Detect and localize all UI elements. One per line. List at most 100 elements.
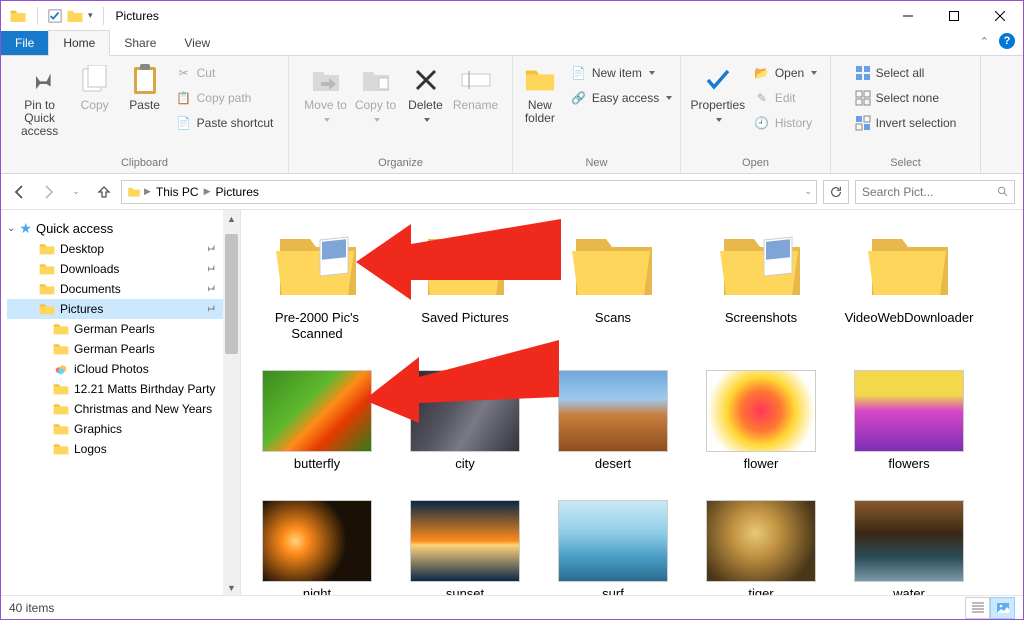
nav-up-button[interactable] xyxy=(93,181,115,203)
folder-icon xyxy=(53,422,69,436)
address-dropdown-icon[interactable]: ⌄ xyxy=(804,186,812,197)
sidebar-item[interactable]: Documents xyxy=(7,279,240,299)
sidebar-item[interactable]: Desktop xyxy=(7,239,240,259)
window-title: Pictures xyxy=(116,9,159,23)
image-item[interactable]: butterfly xyxy=(257,370,377,472)
scroll-thumb[interactable] xyxy=(225,234,238,354)
easy-access-button[interactable]: 🔗Easy access xyxy=(569,87,674,109)
folder-item[interactable]: Screenshots xyxy=(701,224,821,342)
folder-item[interactable]: VideoWebDownloader xyxy=(849,224,969,342)
history-button[interactable]: 🕘History xyxy=(752,112,819,134)
paste-button[interactable]: Paste xyxy=(120,60,170,116)
nav-recent-button[interactable]: ⌄ xyxy=(65,181,87,203)
copy-button[interactable]: Copy xyxy=(70,60,120,116)
folder-item[interactable]: Scans xyxy=(553,224,673,342)
sidebar-item[interactable]: Logos xyxy=(7,439,240,459)
annotation-arrow xyxy=(364,335,564,425)
sidebar-item[interactable]: 12.21 Matts Birthday Party xyxy=(7,379,240,399)
image-thumbnail xyxy=(262,370,372,452)
sidebar-item[interactable]: German Pearls xyxy=(7,339,240,359)
image-item[interactable]: sunset xyxy=(405,500,525,596)
minimize-button[interactable] xyxy=(885,1,931,30)
tab-file[interactable]: File xyxy=(1,31,48,55)
nav-back-button[interactable] xyxy=(9,181,31,203)
search-input[interactable] xyxy=(862,185,991,199)
pin-quick-access-button[interactable]: Pin to Quick access xyxy=(10,60,70,142)
copy-to-button[interactable]: Copy to xyxy=(351,60,401,129)
new-item-button[interactable]: 📄New item xyxy=(569,62,674,84)
view-thumbnails-button[interactable] xyxy=(990,597,1015,619)
view-details-button[interactable] xyxy=(965,597,990,619)
sidebar-item-label: Graphics xyxy=(74,422,122,436)
select-none-button[interactable]: Select none xyxy=(853,87,959,109)
tab-view[interactable]: View xyxy=(170,31,224,55)
nav-forward-button[interactable] xyxy=(37,181,59,203)
qat-dropdown-icon[interactable]: ▾ xyxy=(88,10,93,21)
paste-shortcut-button[interactable]: 📄Paste shortcut xyxy=(174,112,276,134)
image-item[interactable]: desert xyxy=(553,370,673,472)
open-button[interactable]: 📂Open xyxy=(752,62,819,84)
refresh-button[interactable] xyxy=(823,180,849,204)
properties-button[interactable]: Properties xyxy=(688,60,748,129)
sidebar-item[interactable]: Christmas and New Years xyxy=(7,399,240,419)
scroll-up-icon[interactable]: ▲ xyxy=(223,210,240,227)
folder-icon xyxy=(53,402,69,416)
select-all-button[interactable]: Select all xyxy=(853,62,959,84)
sidebar-item[interactable]: Pictures xyxy=(7,299,240,319)
title-bar: ▾ Pictures xyxy=(1,1,1023,30)
image-thumbnail xyxy=(854,500,964,582)
star-icon: ★ xyxy=(19,220,32,237)
item-label: flowers xyxy=(888,456,929,472)
help-button[interactable]: ? xyxy=(999,33,1015,49)
copy-path-button[interactable]: 📋Copy path xyxy=(174,87,276,109)
sidebar-item[interactable]: iCloud Photos xyxy=(7,359,240,379)
chevron-right-icon[interactable]: ▶ xyxy=(204,186,211,197)
qat-folder-icon[interactable] xyxy=(66,7,84,25)
sidebar-item[interactable]: German Pearls xyxy=(7,319,240,339)
invert-selection-button[interactable]: Invert selection xyxy=(853,112,959,134)
scroll-down-icon[interactable]: ▼ xyxy=(223,579,240,596)
image-item[interactable]: surf xyxy=(553,500,673,596)
image-thumbnail xyxy=(854,370,964,452)
close-button[interactable] xyxy=(977,1,1023,30)
rename-button[interactable]: Rename xyxy=(451,60,501,116)
image-item[interactable]: flower xyxy=(701,370,821,472)
collapse-ribbon-icon[interactable]: ⌃ xyxy=(980,35,989,48)
search-box[interactable] xyxy=(855,180,1015,204)
cut-button[interactable]: ✂Cut xyxy=(174,62,276,84)
address-bar[interactable]: ▶ This PC ▶ Pictures ⌄ xyxy=(121,180,817,204)
sidebar-item[interactable]: Downloads xyxy=(7,259,240,279)
sidebar-item[interactable]: Graphics xyxy=(7,419,240,439)
sidebar-quick-access[interactable]: ⌄ ★ Quick access xyxy=(7,218,240,239)
image-thumbnail xyxy=(410,500,520,582)
new-folder-button[interactable]: New folder xyxy=(515,60,565,129)
group-label-select: Select xyxy=(837,155,974,171)
sidebar-scrollbar[interactable]: ▲ ▼ xyxy=(223,210,240,596)
tab-share[interactable]: Share xyxy=(110,31,170,55)
item-label: desert xyxy=(595,456,631,472)
breadcrumb-this-pc[interactable]: This PC xyxy=(153,185,202,199)
chevron-right-icon[interactable]: ▶ xyxy=(144,186,151,197)
image-item[interactable]: tiger xyxy=(701,500,821,596)
file-pane[interactable]: Pre-2000 Pic's ScannedSaved PicturesScan… xyxy=(241,210,1023,596)
maximize-button[interactable] xyxy=(931,1,977,30)
edit-button[interactable]: ✎Edit xyxy=(752,87,819,109)
delete-button[interactable]: Delete xyxy=(401,60,451,129)
item-label: butterfly xyxy=(294,456,340,472)
tab-home[interactable]: Home xyxy=(48,30,110,56)
folder-icon xyxy=(39,262,55,276)
item-label: Screenshots xyxy=(725,310,797,326)
folder-icon xyxy=(53,382,69,396)
image-item[interactable]: water xyxy=(849,500,969,596)
breadcrumb-pictures[interactable]: Pictures xyxy=(213,185,262,199)
sidebar-item-label: Documents xyxy=(60,282,121,296)
folder-icon xyxy=(39,282,55,296)
group-label-organize: Organize xyxy=(295,155,506,171)
image-thumbnail xyxy=(558,370,668,452)
nav-bar: ⌄ ▶ This PC ▶ Pictures ⌄ xyxy=(1,174,1023,210)
folder-icon xyxy=(39,242,55,256)
qat-checkbox-icon[interactable] xyxy=(48,9,62,23)
image-item[interactable]: night xyxy=(257,500,377,596)
image-item[interactable]: flowers xyxy=(849,370,969,472)
move-to-button[interactable]: Move to xyxy=(301,60,351,129)
